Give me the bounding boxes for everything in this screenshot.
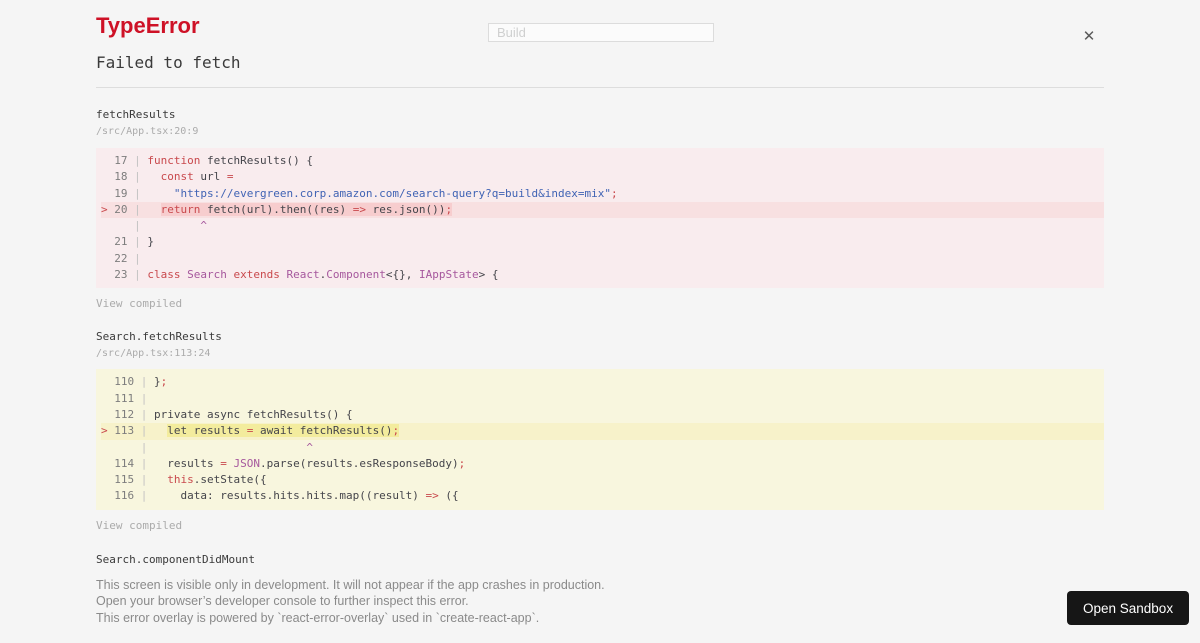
view-compiled-link[interactable]: View compiled <box>96 297 182 311</box>
stack-frame-function-name: Search.fetchResults <box>96 330 222 344</box>
code-frame: 110 | }; 111 | 112 | private async fetch… <box>96 369 1104 510</box>
code-line: 19 | "https://evergreen.corp.amazon.com/… <box>107 186 618 200</box>
stack-frame-function-name: Search.componentDidMount <box>96 552 255 566</box>
code-line: | ^ <box>134 219 207 233</box>
stack-frame-location: /src/App.tsx:113:24 <box>96 348 211 360</box>
view-compiled-link[interactable]: View compiled <box>96 519 182 533</box>
dev-note-line: This screen is visible only in developme… <box>96 577 605 592</box>
stack-frame-function-name: fetchResults <box>96 108 176 121</box>
dev-note-line: This error overlay is powered by `react-… <box>96 610 540 625</box>
code-frame: 17 | function fetchResults() { 18 | cons… <box>96 148 1104 289</box>
code-line: | ^ <box>140 440 313 454</box>
code-line: 112 | private async fetchResults() { <box>107 407 353 421</box>
close-icon[interactable]: ✕ <box>1074 23 1104 51</box>
open-sandbox-button[interactable]: Open Sandbox <box>1067 591 1190 625</box>
search-input[interactable] <box>488 23 714 42</box>
code-line: 21 | } <box>107 235 154 249</box>
dev-note-line: Open your browser’s developer console to… <box>96 594 469 609</box>
code-line: 22 | <box>107 251 148 265</box>
code-line: 23 | class Search extends React.Componen… <box>107 268 499 282</box>
dev-note: This screen is visible only in developme… <box>96 577 1104 627</box>
code-line: 110 | }; <box>107 375 168 389</box>
error-message: Failed to fetch <box>96 53 241 72</box>
code-line: 114 | results = JSON.parse(results.esRes… <box>107 456 466 470</box>
stack-frame-location: /src/App.tsx:20:9 <box>96 126 199 137</box>
code-line: 17 | function fetchResults() { <box>107 154 313 167</box>
code-line: 111 | <box>107 391 154 405</box>
code-line: > 20 | return fetch(url).then((res) => r… <box>101 201 1104 219</box>
code-line: 115 | this.setState({ <box>107 473 267 487</box>
code-line: > 113 | let results = await fetchResults… <box>101 423 1104 440</box>
code-line: 18 | const url = <box>107 170 234 184</box>
divider <box>96 87 1104 88</box>
code-line: 116 | data: results.hits.hits.map((resul… <box>107 489 459 503</box>
error-overlay: TypeError Failed to fetch fetchResults /… <box>0 13 1200 626</box>
